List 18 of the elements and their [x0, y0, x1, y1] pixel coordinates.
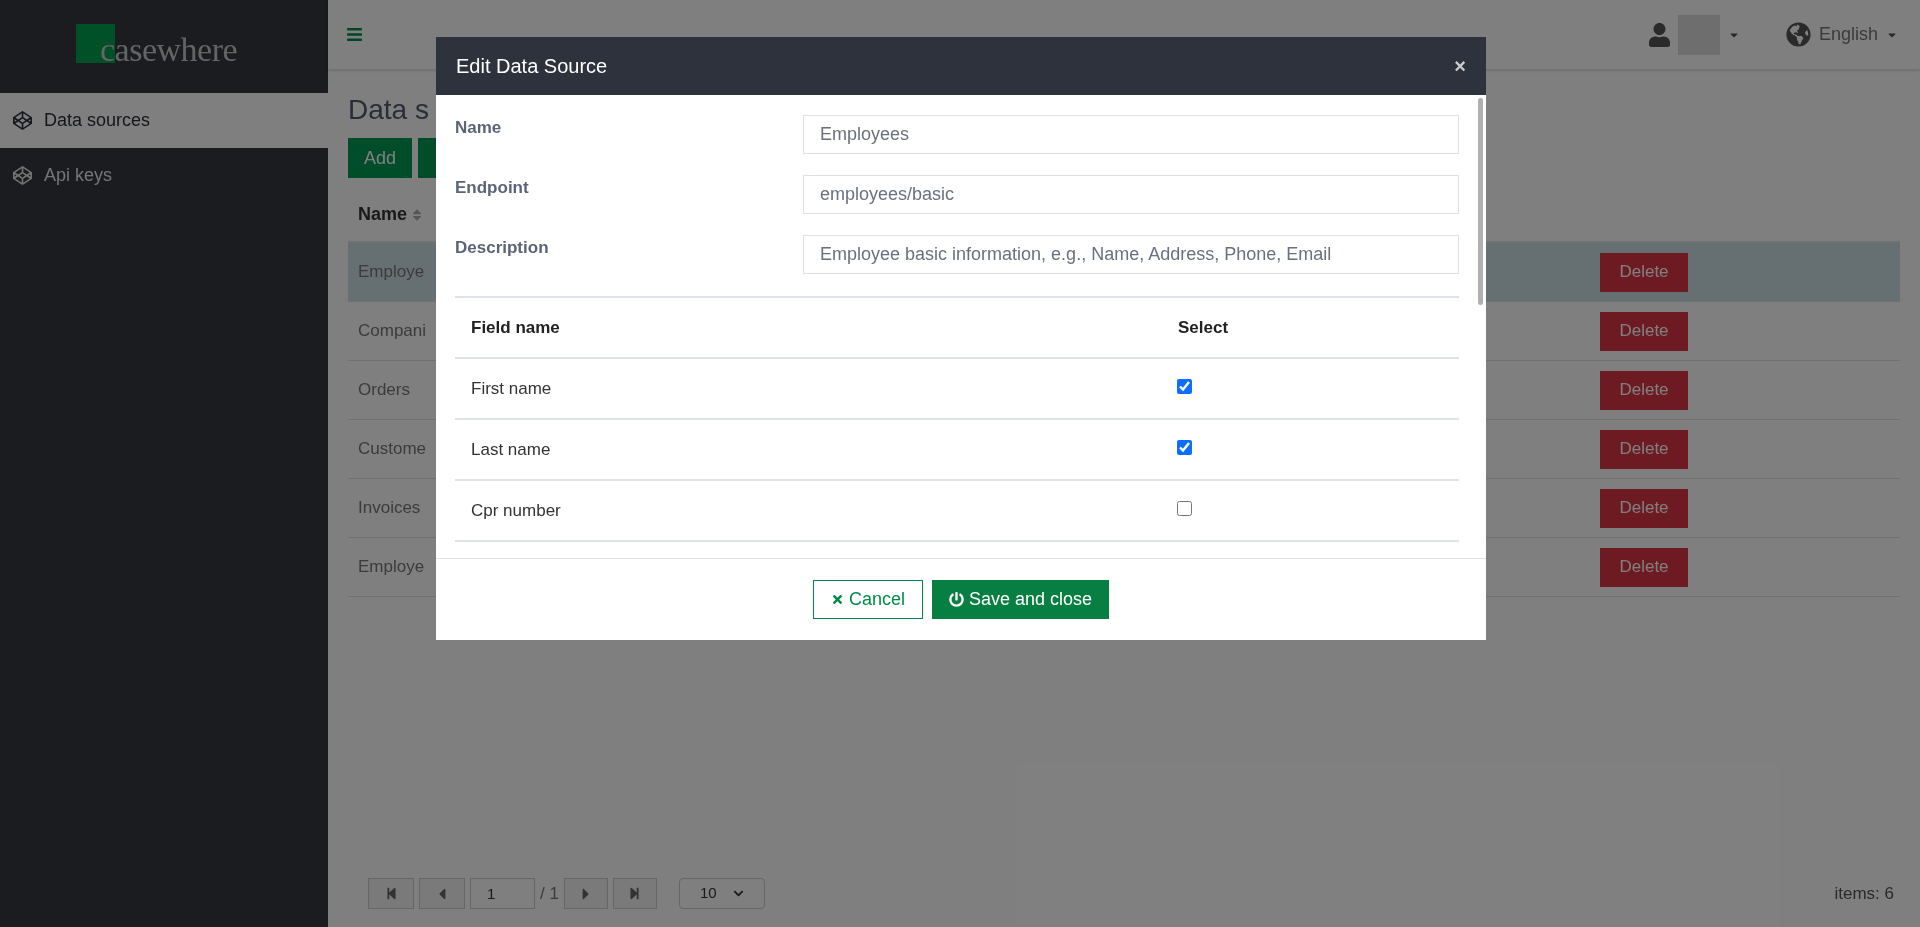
dialog-title: Edit Data Source: [456, 54, 608, 79]
item-count: items: 6: [1834, 882, 1894, 905]
table-cell-text: Cpr number: [471, 499, 562, 522]
field-label: Name: [455, 117, 503, 139]
column-header: Select: [1178, 316, 1229, 339]
table-cell-text: Compani: [358, 320, 428, 343]
field-label: Description: [455, 237, 550, 259]
table-cell-text: First name: [471, 377, 553, 400]
logo: casewhere: [76, 26, 252, 67]
table-cell-text: Employe: [358, 556, 426, 579]
page-title: Data s: [348, 93, 429, 127]
table-cell-text: Last name: [471, 438, 552, 461]
table-cell-text: Custome: [358, 438, 428, 461]
page-count: / 1: [540, 882, 559, 905]
table-cell-text: Orders: [358, 379, 411, 402]
column-header: Field name: [471, 316, 561, 339]
table-cell-text: Invoices: [358, 497, 422, 520]
field-label: Endpoint: [455, 177, 530, 199]
